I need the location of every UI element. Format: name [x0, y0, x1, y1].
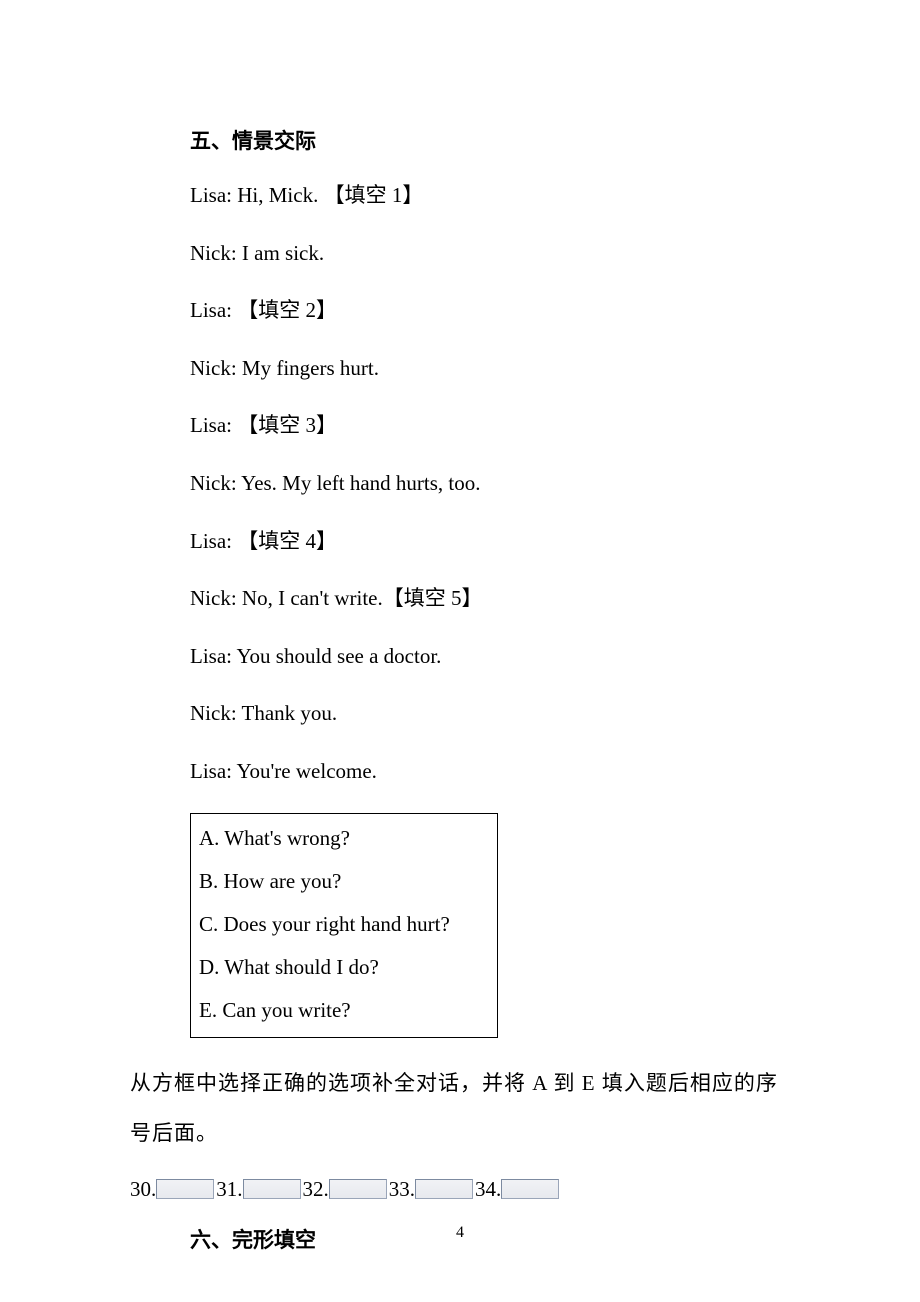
answer-choices-box: A. What's wrong? B. How are you? C. Does… — [190, 813, 498, 1038]
dialogue-line: Lisa: You're welcome. — [190, 755, 790, 789]
choice-c: C. Does your right hand hurt? — [199, 912, 489, 937]
choice-e: E. Can you write? — [199, 998, 489, 1023]
page-number: 4 — [0, 1224, 920, 1242]
answer-number-34: 34. — [475, 1177, 501, 1202]
instruction-text: 从方框中选择正确的选项补全对话，并将 A 到 E 填入题后相应的序号后面。 — [130, 1058, 790, 1159]
answer-input-31[interactable] — [243, 1179, 301, 1199]
answer-number-33: 33. — [389, 1177, 415, 1202]
answer-number-32: 32. — [303, 1177, 329, 1202]
answer-number-30: 30. — [130, 1177, 156, 1202]
answer-input-34[interactable] — [501, 1179, 559, 1199]
dialogue-line: Lisa: 【填空 4】 — [190, 525, 790, 559]
dialogue-line: Nick: I am sick. — [190, 237, 790, 271]
dialogue-line: Lisa: 【填空 2】 — [190, 294, 790, 328]
dialogue-line: Lisa: You should see a doctor. — [190, 640, 790, 674]
answer-input-33[interactable] — [415, 1179, 473, 1199]
dialogue-line: Lisa: 【填空 3】 — [190, 409, 790, 443]
answer-input-32[interactable] — [329, 1179, 387, 1199]
dialogue-line: Lisa: Hi, Mick. 【填空 1】 — [190, 179, 790, 213]
section-5-heading: 五、情景交际 — [190, 125, 790, 155]
answer-number-31: 31. — [216, 1177, 242, 1202]
choice-d: D. What should I do? — [199, 955, 489, 980]
answer-blanks-row: 30. 31. 32. 33. 34. — [130, 1176, 790, 1202]
dialogue-line: Nick: No, I can't write.【填空 5】 — [190, 582, 790, 616]
dialogue-line: Nick: Thank you. — [190, 697, 790, 731]
choice-b: B. How are you? — [199, 869, 489, 894]
choice-a: A. What's wrong? — [199, 826, 489, 851]
dialogue-line: Nick: Yes. My left hand hurts, too. — [190, 467, 790, 501]
answer-input-30[interactable] — [156, 1179, 214, 1199]
dialogue-line: Nick: My fingers hurt. — [190, 352, 790, 386]
